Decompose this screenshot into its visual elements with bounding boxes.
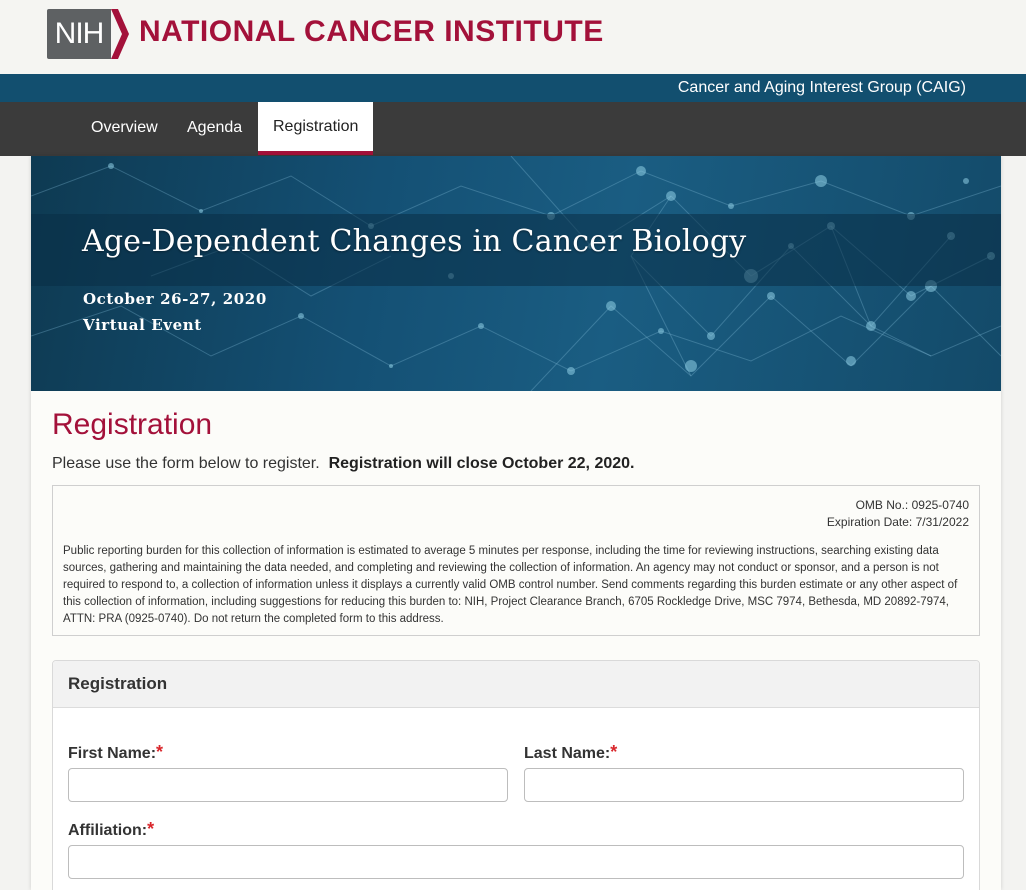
required-marker: * xyxy=(147,819,155,839)
tab-overview[interactable]: Overview xyxy=(76,102,173,156)
event-date: October 26-27, 2020 xyxy=(83,290,267,308)
last-name-label: Last Name:* xyxy=(524,742,617,763)
group-name[interactable]: Cancer and Aging Interest Group (CAIG) xyxy=(678,79,966,97)
last-name-field[interactable] xyxy=(524,768,964,802)
institute-title[interactable]: NATIONAL CANCER INSTITUTE xyxy=(139,15,604,49)
registration-form-panel: Registration First Name:* Last Name:* Af… xyxy=(52,660,980,890)
omb-burden-statement: Public reporting burden for this collect… xyxy=(63,545,958,625)
affiliation-label: Affiliation:* xyxy=(68,819,154,840)
event-venue: Virtual Event xyxy=(83,316,202,334)
event-banner: Age-Dependent Changes in Cancer Biology … xyxy=(31,156,1001,391)
tab-registration[interactable]: Registration xyxy=(258,102,374,155)
main-nav: Overview Agenda Registration xyxy=(0,102,1026,156)
site-header: NIH NATIONAL CANCER INSTITUTE xyxy=(0,0,1026,74)
omb-number: OMB No.: 0925-0740 xyxy=(855,498,969,512)
last-name-label-text: Last Name: xyxy=(524,745,611,762)
nih-logo[interactable]: NIH xyxy=(47,9,129,59)
affiliation-field[interactable] xyxy=(68,845,964,879)
required-marker: * xyxy=(156,742,164,762)
affiliation-label-text: Affiliation: xyxy=(68,822,148,839)
event-title: Age-Dependent Changes in Cancer Biology xyxy=(82,224,747,259)
omb-notice-box: OMB No.: 0925-0740 Expiration Date: 7/31… xyxy=(52,485,980,636)
page-title: Registration xyxy=(52,408,213,441)
registration-deadline: Registration will close October 22, 2020… xyxy=(328,455,635,472)
first-name-label: First Name:* xyxy=(68,742,163,763)
tab-agenda[interactable]: Agenda xyxy=(172,102,257,156)
group-bar: Cancer and Aging Interest Group (CAIG) xyxy=(0,74,1026,102)
first-name-field[interactable] xyxy=(68,768,508,802)
omb-expiration: Expiration Date: 7/31/2022 xyxy=(826,515,969,529)
main-content: Age-Dependent Changes in Cancer Biology … xyxy=(31,156,1001,890)
registration-intro: Please use the form below to register. R… xyxy=(52,455,634,473)
first-name-label-text: First Name: xyxy=(68,745,157,762)
required-marker: * xyxy=(610,742,618,762)
nih-chevron-icon xyxy=(111,9,129,59)
intro-text: Please use the form below to register. xyxy=(52,455,320,472)
nih-logo-text: NIH xyxy=(47,9,111,59)
form-panel-title: Registration xyxy=(53,661,979,708)
